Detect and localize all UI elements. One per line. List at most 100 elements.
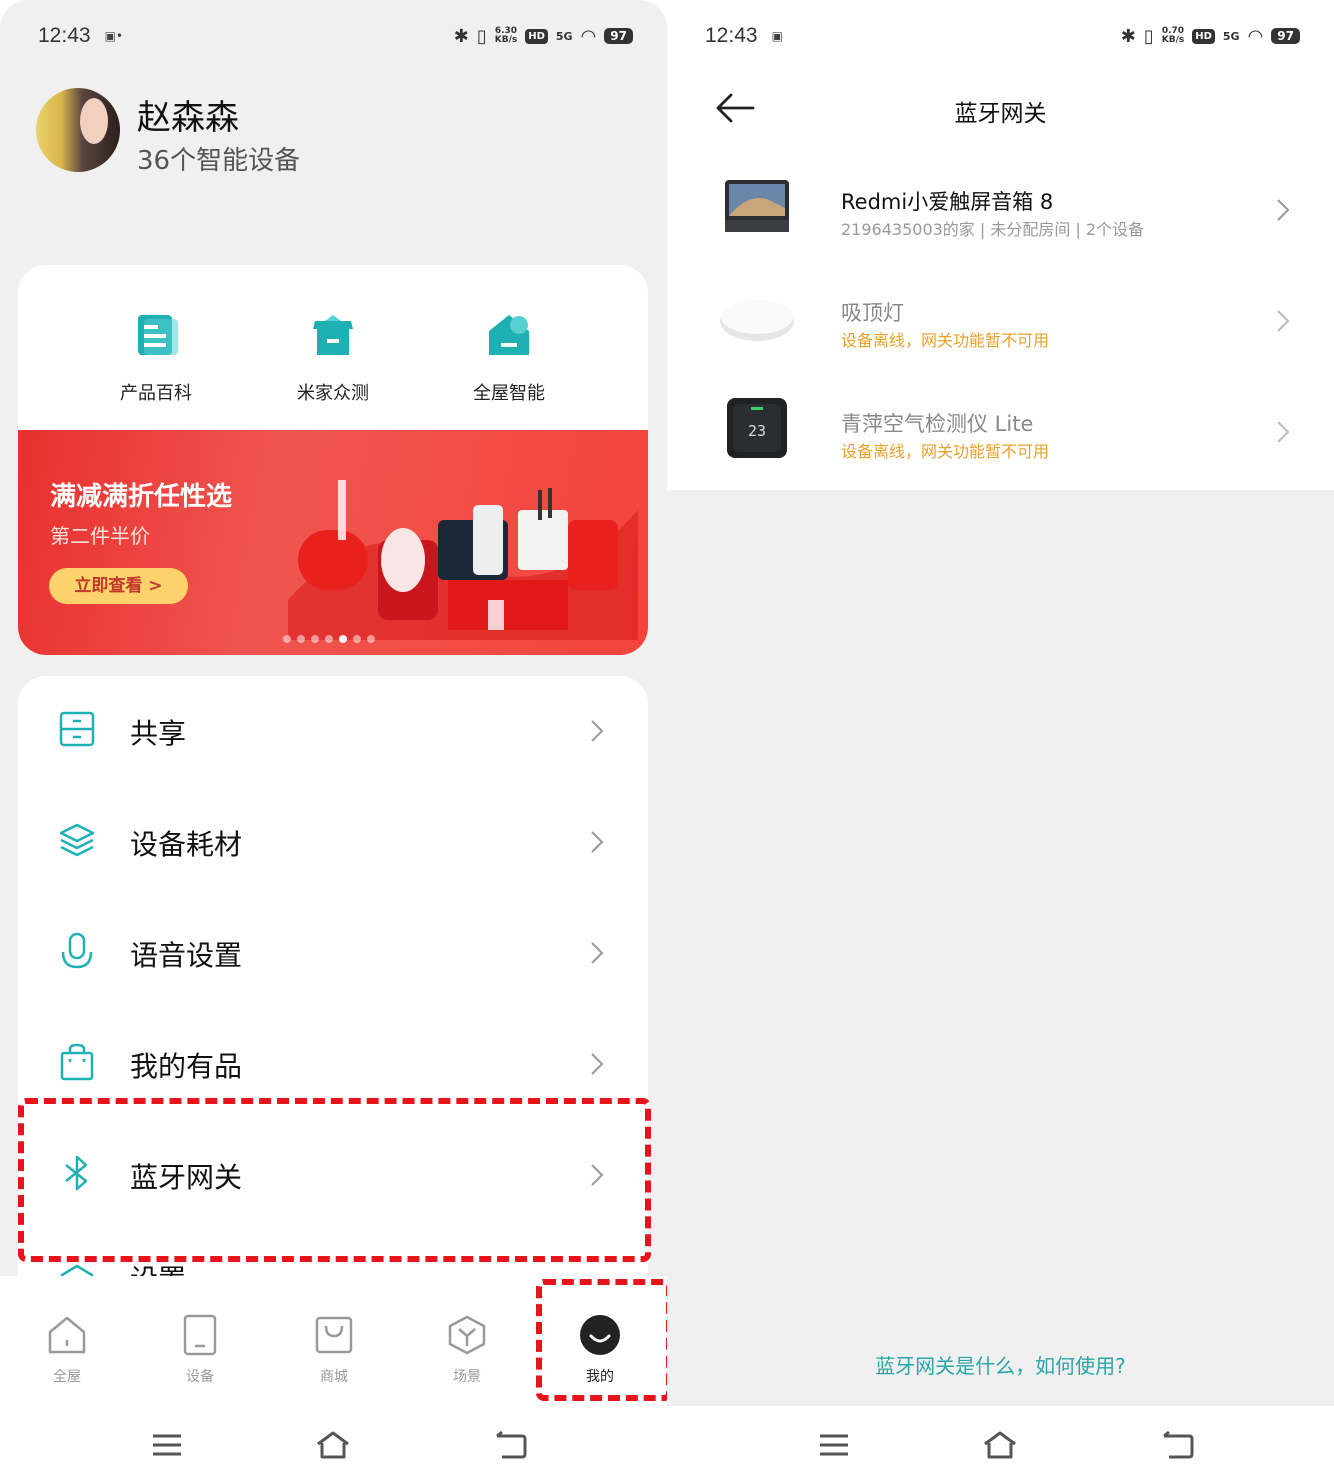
device-row-air-monitor[interactable]: 23 青萍空气检测仪 Lite 设备离线，网关功能暂不可用 xyxy=(667,372,1334,483)
layers-icon xyxy=(59,823,95,857)
gift-box-icon xyxy=(313,315,353,355)
tab-devices[interactable]: 设备 xyxy=(160,1314,240,1386)
battery-icon: 97 xyxy=(604,28,633,44)
smart-display-icon xyxy=(725,180,789,232)
help-link[interactable]: 蓝牙网关是什么，如何使用? xyxy=(667,1350,1334,1379)
menu-label: 共享 xyxy=(130,717,187,750)
menu-icon[interactable] xyxy=(817,1430,851,1460)
menu-item-share[interactable]: 共享 xyxy=(18,676,648,787)
banner-subtitle: 第二件半价 xyxy=(50,524,150,548)
tab-home[interactable]: 全屋 xyxy=(27,1314,107,1386)
status-time: 12:43 xyxy=(38,24,91,47)
quick-mijia-test[interactable]: 米家众测 xyxy=(263,311,403,405)
menu-item-voice[interactable]: 语音设置 xyxy=(18,898,648,1009)
highlight-me-tab xyxy=(536,1279,667,1401)
shop-bag-icon xyxy=(315,1316,353,1354)
vibrate-icon: ▯ xyxy=(476,25,487,47)
system-nav-bar xyxy=(667,1406,1334,1484)
device-name: 吸顶灯 xyxy=(841,301,904,325)
device-offline-status: 设备离线，网关功能暂不可用 xyxy=(841,442,1050,461)
menu-item-consumables[interactable]: 设备耗材 xyxy=(18,787,648,898)
tab-label: 场景 xyxy=(453,1369,481,1385)
page-header: 蓝牙网关 xyxy=(667,78,1334,142)
ceiling-light-icon xyxy=(720,300,794,341)
hd-badge: HD xyxy=(1192,28,1215,44)
products-illustration xyxy=(288,480,638,640)
notification-icon: ▣ xyxy=(771,29,783,43)
quick-label: 全屋智能 xyxy=(473,383,545,404)
house-icon xyxy=(48,1316,86,1354)
air-monitor-icon: 23 xyxy=(727,398,787,458)
chevron-right-icon xyxy=(591,1053,604,1075)
carousel-dots xyxy=(283,635,375,643)
gateway-device-list: Redmi小爱触屏音箱 8 2196435003的家 | 未分配房间 | 2个设… xyxy=(667,150,1334,490)
tab-label: 全屋 xyxy=(53,1369,81,1385)
banner-title: 满减满折任性选 xyxy=(50,482,233,512)
chevron-right-icon xyxy=(591,720,604,742)
chevron-right-icon xyxy=(1277,421,1290,443)
wifi-icon: ◠ xyxy=(580,25,597,47)
back-icon[interactable] xyxy=(1161,1430,1195,1460)
device-icon xyxy=(183,1314,217,1356)
tab-label: 设备 xyxy=(186,1369,214,1385)
page-title: 蓝牙网关 xyxy=(954,101,1047,127)
promo-banner[interactable]: 满减满折任性选 第二件半价 立即查看 > xyxy=(18,430,648,655)
home-icon[interactable] xyxy=(983,1430,1017,1460)
shopping-bag-icon xyxy=(60,1043,94,1081)
bluetooth-status-icon: ✱ xyxy=(1120,25,1136,47)
device-count: 36个智能设备 xyxy=(137,146,301,176)
tab-scenes[interactable]: 场景 xyxy=(427,1314,507,1386)
back-icon[interactable] xyxy=(494,1430,528,1460)
quick-whole-home[interactable]: 全屋智能 xyxy=(439,311,579,405)
status-icons: ✱ ▯ 6.30 KB/s HD 5G ◠ 97 xyxy=(454,26,633,47)
device-name: Redmi小爱触屏音箱 8 xyxy=(841,190,1054,214)
scene-cube-icon xyxy=(448,1315,486,1355)
menu-label: 语音设置 xyxy=(130,939,243,972)
profile-screen: 12:43 ▣• ✱ ▯ 6.30 KB/s HD 5G ◠ 97 赵森森 36… xyxy=(0,0,667,1484)
menu-label: 我的有品 xyxy=(130,1050,243,1083)
status-time: 12:43 xyxy=(705,24,758,47)
quick-label: 产品百科 xyxy=(120,383,192,404)
network-speed: 6.30 KB/s xyxy=(494,26,518,45)
chevron-right-icon xyxy=(1277,199,1290,221)
chevron-right-icon xyxy=(1277,310,1290,332)
quick-label: 米家众测 xyxy=(297,383,369,404)
battery-icon: 97 xyxy=(1271,28,1300,44)
quick-product-wiki[interactable]: 产品百科 xyxy=(86,311,226,405)
signal-icon: 5G xyxy=(1222,29,1240,43)
quick-actions-card: 产品百科 米家众测 全屋智能 满减满折任性选 第二件半价 立即查看 > xyxy=(18,265,648,655)
status-bar: 12:43 ▣ ✱ ▯ 0.70 KB/s HD 5G ◠ 97 xyxy=(705,18,1300,54)
tab-label: 商城 xyxy=(320,1369,348,1385)
device-name: 青萍空气检测仪 Lite xyxy=(841,412,1034,436)
device-row-ceiling-light[interactable]: 吸顶灯 设备离线，网关功能暂不可用 xyxy=(667,261,1334,372)
microphone-icon xyxy=(61,932,93,969)
highlight-bluetooth-gateway xyxy=(18,1098,651,1262)
profile-name[interactable]: 赵森森 xyxy=(137,90,239,139)
wifi-icon: ◠ xyxy=(1247,25,1264,47)
signal-icon: 5G xyxy=(555,29,573,43)
chevron-right-icon xyxy=(591,831,604,853)
avatar-face xyxy=(80,98,108,144)
menu-label: 设备耗材 xyxy=(130,828,243,861)
chevron-right-icon xyxy=(591,942,604,964)
hd-badge: HD xyxy=(525,28,548,44)
status-icons: ✱ ▯ 0.70 KB/s HD 5G ◠ 97 xyxy=(1121,26,1300,47)
device-info: 2196435003的家 | 未分配房间 | 2个设备 xyxy=(841,220,1145,239)
status-bar: 12:43 ▣• ✱ ▯ 6.30 KB/s HD 5G ◠ 97 xyxy=(38,18,633,54)
home-icon[interactable] xyxy=(316,1430,350,1460)
smart-home-icon xyxy=(489,315,529,355)
menu-icon[interactable] xyxy=(150,1430,184,1460)
device-offline-status: 设备离线，网关功能暂不可用 xyxy=(841,331,1050,350)
system-nav-bar xyxy=(0,1406,667,1484)
notification-icon: ▣• xyxy=(104,29,123,43)
tab-shop[interactable]: 商城 xyxy=(294,1314,374,1386)
empty-area xyxy=(667,490,1334,1406)
vibrate-icon: ▯ xyxy=(1143,25,1154,47)
device-row-redmi-speaker[interactable]: Redmi小爱触屏音箱 8 2196435003的家 | 未分配房间 | 2个设… xyxy=(667,150,1334,261)
avatar[interactable] xyxy=(36,88,120,172)
bluetooth-status-icon: ✱ xyxy=(453,25,469,47)
document-icon xyxy=(138,315,178,355)
banner-button[interactable]: 立即查看 > xyxy=(49,568,188,604)
svg-text:23: 23 xyxy=(748,422,766,440)
network-speed: 0.70 KB/s xyxy=(1161,26,1185,45)
